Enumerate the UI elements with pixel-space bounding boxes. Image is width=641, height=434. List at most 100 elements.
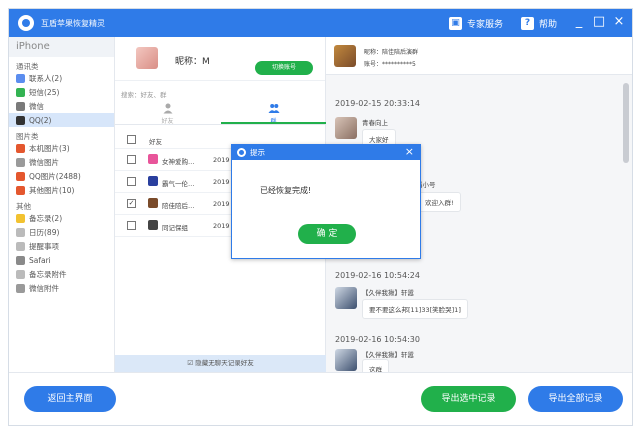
account-avatar: [136, 47, 158, 69]
reminder-icon: [16, 241, 25, 251]
row-checkbox[interactable]: [127, 155, 136, 164]
sidebar-item-label: 日历(89): [29, 227, 60, 237]
sidebar-item[interactable]: 微信: [9, 99, 114, 113]
sidebar-item[interactable]: Safari: [9, 253, 114, 267]
message-sender: 青春向上: [362, 119, 388, 127]
sidebar-item-label: 备忘录(2): [29, 213, 63, 223]
sidebar-item[interactable]: 备忘录附件: [9, 267, 114, 281]
export-all-button[interactable]: 导出全部记录: [528, 386, 623, 412]
message-bubble[interactable]: 要不要这么邦[11]33[笑脸哭]1]: [362, 299, 468, 319]
sms-icon: [16, 87, 25, 97]
message-avatar: [335, 349, 357, 371]
help-button[interactable]: ? 帮助: [521, 15, 557, 31]
chat-header: 昵称：陪佳陪后演群 账号：**********5: [326, 37, 632, 75]
help-icon: ?: [521, 16, 534, 30]
sidebar-item[interactable]: 备忘录(2): [9, 211, 114, 225]
app-logo-icon: [18, 15, 34, 31]
message-time: 2019-02-16 10:54:30: [335, 335, 420, 344]
title-bar: 互盾苹果恢复精灵 ▣ 专家服务 ? 帮助 _ □ ×: [9, 9, 632, 37]
wechat-photo-icon: [16, 157, 25, 167]
row-date: 2019: [213, 222, 230, 230]
dialog-title: 提示: [250, 148, 265, 157]
sidebar-item[interactable]: 日历(89): [9, 225, 114, 239]
memo-icon: [16, 213, 25, 223]
active-tab-indicator: [221, 122, 326, 124]
row-avatar: [148, 154, 158, 164]
minimize-button[interactable]: _: [571, 14, 587, 30]
chat-scrollbar[interactable]: [623, 83, 629, 163]
expert-service-icon: ▣: [449, 16, 462, 30]
dialog-close-button[interactable]: ×: [405, 145, 414, 158]
qq-photo-icon: [16, 171, 25, 181]
back-to-main-button[interactable]: 返回主界面: [24, 386, 116, 412]
app-window: 互盾苹果恢复精灵 ▣ 专家服务 ? 帮助 _ □ × iPhone 通讯类联系人…: [8, 8, 633, 426]
sidebar-item[interactable]: 短信(25): [9, 85, 114, 99]
row-name: 霸气一伦…: [162, 180, 195, 188]
close-button[interactable]: ×: [611, 14, 627, 30]
search-label[interactable]: 搜索：好友、群: [121, 89, 167, 99]
bottom-bar: 返回主界面 导出选中记录 导出全部记录: [9, 372, 632, 425]
sidebar-item[interactable]: 微信图片: [9, 155, 114, 169]
sidebar: iPhone 通讯类联系人(2) 短信(25) 微信 QQ(2) 图片类 本机图片(3) 微…: [9, 37, 115, 372]
sidebar-item-label: 微信: [29, 101, 44, 111]
maximize-button[interactable]: □: [591, 14, 607, 30]
sidebar-item-label: 短信(25): [29, 87, 60, 97]
account-nickname: 昵称：M: [175, 57, 210, 67]
sidebar-item[interactable]: 联系人(2): [9, 71, 114, 85]
sidebar-item-label: Safari: [29, 255, 51, 265]
info-icon: [237, 148, 246, 157]
sidebar-category: 图片类: [16, 132, 39, 141]
sidebar-item-label: 其他图片(10): [29, 185, 75, 195]
hide-empty-chats-toggle[interactable]: ☑ 隐藏无聊天记录好友: [115, 355, 326, 372]
row-avatar: [148, 176, 158, 186]
export-selected-button[interactable]: 导出选中记录: [421, 386, 516, 412]
chat-avatar: [334, 45, 356, 67]
dialog-message: 已经恢复完成!: [260, 186, 312, 195]
row-avatar: [148, 220, 158, 230]
sidebar-category: 其他: [16, 202, 31, 211]
help-label: 帮助: [539, 19, 558, 30]
sidebar-item[interactable]: 本机图片(3): [9, 141, 114, 155]
memo-attachment-icon: [16, 269, 25, 279]
dialog-ok-button[interactable]: 确 定: [298, 224, 356, 244]
contact-tabs: 好友 群: [115, 99, 326, 125]
message-bubble[interactable]: 欢迎入群!: [418, 192, 461, 212]
sidebar-item[interactable]: QQ(2): [9, 113, 114, 127]
row-checkbox[interactable]: [127, 177, 136, 186]
message-avatar: [335, 287, 357, 309]
sidebar-item-label: 微信附件: [29, 283, 59, 293]
calendar-icon: [16, 227, 25, 237]
sidebar-item[interactable]: 提醒事项: [9, 239, 114, 253]
row-checkbox[interactable]: ✓: [127, 199, 136, 208]
chat-account: 账号：**********5: [364, 61, 416, 68]
device-name: iPhone: [9, 37, 114, 57]
sidebar-item[interactable]: QQ图片(2488): [9, 169, 114, 183]
row-name: 同记保组: [162, 224, 188, 232]
message-time: 2019-02-16 10:54:24: [335, 271, 420, 280]
row-avatar: [148, 198, 158, 208]
sidebar-item[interactable]: 微信附件: [9, 281, 114, 295]
list-header-label: 好友: [149, 138, 162, 146]
sidebar-item-label: 微信图片: [29, 157, 59, 167]
qq-icon: [16, 115, 25, 125]
contacts-icon: [16, 73, 25, 83]
sidebar-item-label: 备忘录附件: [29, 269, 67, 279]
sidebar-item-label: 联系人(2): [29, 73, 63, 83]
wechat-attachment-icon: [16, 283, 25, 293]
sidebar-item[interactable]: 其他图片(10): [9, 183, 114, 197]
row-date: 2019: [213, 178, 230, 186]
select-all-checkbox[interactable]: [127, 135, 136, 144]
tab-friends[interactable]: 好友: [115, 102, 220, 125]
sidebar-item-label: QQ(2): [29, 115, 52, 125]
sidebar-category: 通讯类: [16, 62, 39, 71]
safari-icon: [16, 255, 25, 265]
dialog-title-bar: 提示 ×: [232, 145, 420, 160]
expert-service-button[interactable]: ▣ 专家服务: [449, 15, 503, 31]
message-time: 2019-02-15 20:33:14: [335, 99, 420, 108]
row-checkbox[interactable]: [127, 221, 136, 230]
switch-account-button[interactable]: 切换账号: [255, 61, 313, 75]
tab-friends-label: 好友: [161, 118, 174, 125]
sidebar-list: 通讯类联系人(2) 短信(25) 微信 QQ(2) 图片类 本机图片(3) 微信图片 QQ图片…: [9, 57, 114, 295]
friend-icon: [163, 103, 172, 114]
app-title: 互盾苹果恢复精灵: [41, 19, 105, 28]
